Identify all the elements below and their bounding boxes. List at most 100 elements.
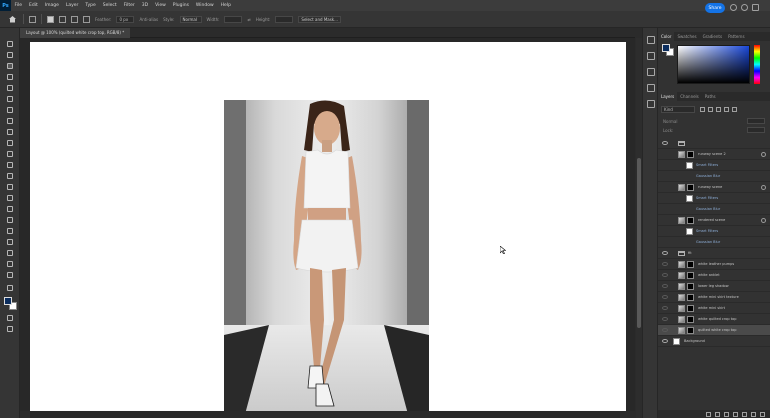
delete-layer-icon[interactable] — [760, 411, 765, 417]
blend-mode-dropdown[interactable]: Normal — [663, 119, 677, 124]
layer-name[interactable]: white mini skirt — [698, 306, 725, 310]
menu-edit[interactable]: Edit — [26, 0, 42, 11]
layer-name[interactable]: Gaussian Blur — [696, 240, 720, 244]
marquee-tool-preset-icon[interactable] — [29, 15, 36, 23]
layer-row[interactable]: white mini skirt texture — [658, 292, 770, 303]
history-panel-icon[interactable] — [647, 36, 655, 44]
opacity-field[interactable] — [747, 118, 765, 124]
gradient-tool[interactable] — [6, 183, 14, 190]
path-selection-tool[interactable] — [6, 238, 14, 245]
layer-options-icon[interactable] — [761, 218, 766, 223]
layer-row[interactable]: white leather pumps — [658, 259, 770, 270]
width-input[interactable] — [224, 15, 243, 23]
adjustments-panel-icon[interactable] — [647, 84, 655, 92]
panel-foreground-swatch[interactable] — [662, 44, 670, 52]
search-icon[interactable] — [730, 4, 737, 11]
layer-row[interactable]: white anklet — [658, 270, 770, 281]
layer-name[interactable]: lower leg shadow — [698, 284, 729, 288]
menu-file[interactable]: File — [11, 0, 26, 11]
tab-swatches[interactable]: Swatches — [674, 32, 699, 41]
menu-3d[interactable]: 3D — [138, 0, 151, 11]
new-layer-icon[interactable] — [751, 411, 756, 417]
hand-tool[interactable] — [6, 260, 14, 267]
layer-name[interactable]: Smart Filters — [696, 163, 718, 167]
pen-tool[interactable] — [6, 216, 14, 223]
tab-color[interactable]: Color — [658, 32, 675, 41]
menu-type[interactable]: Type — [82, 0, 99, 11]
menu-help[interactable]: Help — [217, 0, 234, 11]
tab-paths[interactable]: Paths — [702, 92, 719, 101]
object-selection-tool[interactable] — [6, 84, 14, 91]
filter-type-icon[interactable] — [716, 107, 721, 112]
swap-icon[interactable]: ⇄ — [247, 17, 250, 22]
filter-pixel-icon[interactable] — [700, 107, 705, 112]
menu-layer[interactable]: Layer — [62, 0, 82, 11]
layer-name[interactable]: Background — [684, 339, 705, 343]
layer-row[interactable]: Gaussian Blur — [658, 237, 770, 248]
layer-name[interactable]: runway scene 2 — [698, 152, 726, 156]
scrollbar-thumb[interactable] — [637, 158, 641, 328]
layer-name[interactable]: quilted white crop top — [698, 328, 736, 332]
visibility-eye-icon[interactable] — [662, 251, 668, 255]
menu-select[interactable]: Select — [99, 0, 120, 11]
menu-image[interactable]: Image — [41, 0, 62, 11]
visibility-eye-icon[interactable] — [662, 306, 668, 310]
style-dropdown[interactable]: Normal — [179, 15, 202, 23]
crop-tool[interactable] — [6, 95, 14, 102]
move-tool[interactable] — [6, 40, 14, 47]
layer-row[interactable]: rendered scene — [658, 215, 770, 226]
intersect-selection-icon[interactable] — [83, 15, 90, 23]
layer-name[interactable]: runway scene — [698, 185, 722, 189]
workspace-icon[interactable] — [752, 4, 759, 11]
layer-row[interactable]: Smart Filters — [658, 226, 770, 237]
foreground-color-swatch[interactable] — [4, 297, 12, 305]
layer-row[interactable]: runway scene — [658, 182, 770, 193]
quick-mask-tool[interactable] — [6, 314, 14, 321]
spot-healing-tool[interactable] — [6, 128, 14, 135]
frame-tool[interactable] — [6, 106, 14, 113]
layer-name[interactable]: rendered scene — [698, 218, 725, 222]
tab-gradients[interactable]: Gradients — [700, 32, 726, 41]
layer-row[interactable]: white quilted crop top — [658, 314, 770, 325]
blur-tool[interactable] — [6, 194, 14, 201]
menu-window[interactable]: Window — [192, 0, 217, 11]
layer-name[interactable]: Gaussian Blur — [696, 207, 720, 211]
filter-adjustment-icon[interactable] — [708, 107, 713, 112]
fill-field[interactable] — [747, 127, 765, 133]
hue-slider[interactable] — [754, 45, 760, 84]
layer-row-selected[interactable]: quilted white crop top — [658, 325, 770, 336]
layer-row[interactable]: runway scene 2 — [658, 149, 770, 160]
tab-layers[interactable]: Layers — [658, 92, 678, 101]
layer-name[interactable]: Smart Filters — [696, 229, 718, 233]
layer-name[interactable]: white leather pumps — [698, 262, 734, 266]
libraries-panel-icon[interactable] — [647, 68, 655, 76]
canvas-workspace[interactable] — [20, 38, 635, 418]
paragraph-panel-icon[interactable] — [647, 100, 655, 108]
layer-name[interactable]: Smart Filters — [696, 196, 718, 200]
color-swatches[interactable] — [4, 297, 17, 310]
menu-plugins[interactable]: Plugins — [169, 0, 192, 11]
feather-input[interactable]: 0 px — [116, 15, 135, 23]
visibility-eye-icon[interactable] — [662, 295, 668, 299]
screen-mode-tool[interactable] — [6, 325, 14, 332]
zoom-tool[interactable] — [6, 271, 14, 278]
history-brush-tool[interactable] — [6, 161, 14, 168]
add-mask-icon[interactable] — [724, 411, 729, 417]
link-layers-icon[interactable] — [706, 411, 711, 417]
layer-row[interactable]: fit — [658, 248, 770, 259]
discover-icon[interactable] — [741, 4, 748, 11]
visibility-eye-icon[interactable] — [662, 273, 668, 277]
visibility-eye-icon[interactable] — [662, 317, 668, 321]
new-group-icon[interactable] — [742, 411, 747, 417]
layer-name[interactable]: white quilted crop top — [698, 317, 736, 321]
layer-name[interactable]: Gaussian Blur — [696, 174, 720, 178]
layer-options-icon[interactable] — [761, 185, 766, 190]
color-picker-field[interactable] — [677, 45, 750, 84]
antialias-checkbox[interactable]: Anti-alias — [139, 17, 158, 22]
layer-row[interactable]: Smart Filters — [658, 193, 770, 204]
layer-name[interactable]: fit — [688, 251, 692, 255]
layer-style-icon[interactable] — [715, 411, 720, 417]
subtract-selection-icon[interactable] — [71, 15, 78, 23]
add-selection-icon[interactable] — [59, 15, 66, 23]
document-canvas[interactable] — [30, 42, 626, 418]
